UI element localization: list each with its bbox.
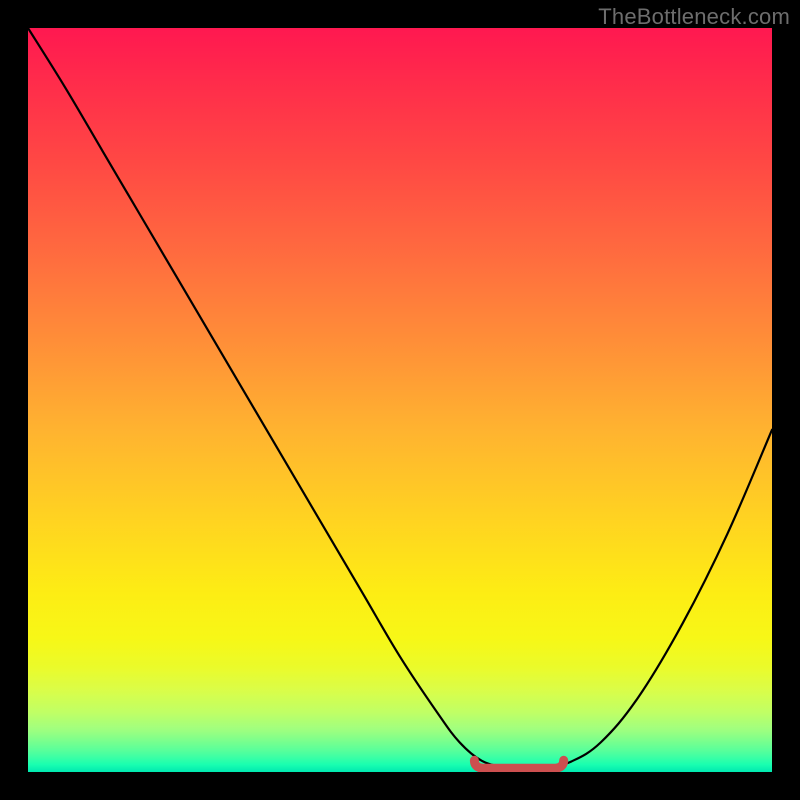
chart-svg-layer bbox=[28, 28, 772, 772]
chart-svg bbox=[28, 28, 772, 772]
plot-area bbox=[28, 28, 772, 772]
watermark-text: TheBottleneck.com bbox=[598, 4, 790, 30]
chart-frame: TheBottleneck.com bbox=[0, 0, 800, 800]
bottleneck-curve bbox=[28, 28, 772, 768]
optimal-range-marker bbox=[474, 760, 563, 768]
